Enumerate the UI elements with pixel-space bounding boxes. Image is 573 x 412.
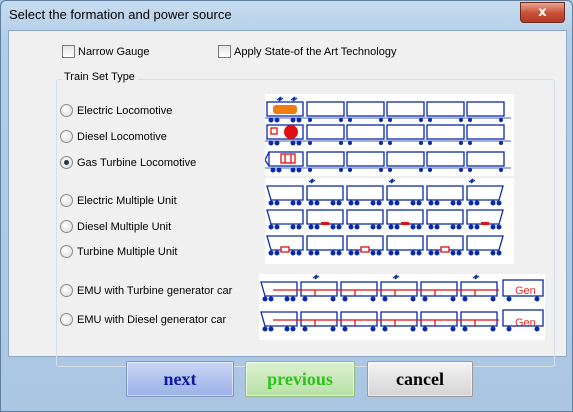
- radio-dot[interactable]: [60, 104, 73, 117]
- turbine-icon: [280, 153, 296, 164]
- radio-dot-selected[interactable]: [60, 156, 73, 169]
- diesel-locomotive-train: [265, 124, 511, 146]
- radio-label: Electric Multiple Unit: [77, 194, 177, 207]
- pantograph-icon: [388, 178, 396, 184]
- electric-locomotive-train: [265, 96, 511, 123]
- car: [306, 101, 345, 117]
- radio-label: Diesel Multiple Unit: [77, 220, 172, 233]
- radio-emu-diesel-generator[interactable]: EMU with Diesel generator car: [60, 313, 226, 326]
- pantograph-icon: [276, 96, 284, 102]
- radio-label: EMU with Diesel generator car: [77, 313, 227, 326]
- train-set-type-label: Train Set Type: [62, 71, 137, 83]
- dialog-client-area: Narrow Gauge Apply State-of the Art Tech…: [8, 30, 567, 367]
- radio-turbine-multiple-unit[interactable]: Turbine Multiple Unit: [60, 245, 177, 258]
- radio-dot[interactable]: [60, 284, 73, 297]
- radio-diesel-multiple-unit[interactable]: Diesel Multiple Unit: [60, 220, 171, 233]
- dialog-window: Select the formation and power source x …: [0, 0, 573, 412]
- radio-dot[interactable]: [60, 194, 73, 207]
- dmu-train: [266, 209, 504, 230]
- multiple-unit-trains-illustration: [265, 178, 514, 264]
- gen-label: Gen: [515, 285, 536, 297]
- radio-electric-multiple-unit[interactable]: Electric Multiple Unit: [60, 194, 177, 207]
- previous-button[interactable]: previous: [245, 361, 355, 397]
- car: [386, 101, 425, 117]
- car: [346, 101, 385, 117]
- narrow-gauge-checkbox[interactable]: Narrow Gauge: [62, 45, 150, 58]
- gas-turbine-locomotive-train: [265, 151, 511, 173]
- radio-diesel-locomotive[interactable]: Diesel Locomotive: [60, 130, 167, 143]
- locomotive-trains-illustration: [265, 94, 514, 176]
- diesel-engine: [284, 125, 298, 139]
- cancel-button[interactable]: cancel: [367, 361, 473, 397]
- radio-dot[interactable]: [60, 220, 73, 233]
- tmu-train: [266, 235, 504, 256]
- generator-car-trains-illustration: Gen Gen: [259, 274, 545, 340]
- gen-label: Gen: [515, 317, 536, 329]
- pantograph-icon: [290, 96, 298, 102]
- radio-label: Diesel Locomotive: [77, 130, 167, 143]
- window-title: Select the formation and power source: [9, 7, 232, 22]
- radio-dot[interactable]: [60, 130, 73, 143]
- checkbox-box[interactable]: [218, 45, 231, 58]
- emu-train: [266, 178, 504, 206]
- pantograph-icon: [468, 178, 476, 184]
- locomotive-engine: [273, 105, 297, 114]
- close-button[interactable]: x: [520, 2, 565, 23]
- car: [426, 101, 465, 117]
- radio-gas-turbine-locomotive[interactable]: Gas Turbine Locomotive: [60, 156, 196, 169]
- state-of-art-label: Apply State-of the Art Technology: [234, 45, 397, 58]
- radio-dot[interactable]: [60, 245, 73, 258]
- radio-label: Turbine Multiple Unit: [77, 245, 178, 258]
- pantograph-icon: [308, 178, 316, 184]
- radio-dot[interactable]: [60, 313, 73, 326]
- radio-electric-locomotive[interactable]: Electric Locomotive: [60, 104, 172, 117]
- car: [466, 101, 505, 117]
- narrow-gauge-label: Narrow Gauge: [78, 45, 150, 58]
- radio-label: Gas Turbine Locomotive: [77, 156, 197, 169]
- emu-turbine-generator-train: [260, 274, 544, 302]
- radio-label: EMU with Turbine generator car: [77, 284, 233, 297]
- next-button[interactable]: next: [126, 361, 234, 397]
- checkbox-box[interactable]: [62, 45, 75, 58]
- radio-label: Electric Locomotive: [77, 104, 173, 117]
- state-of-art-checkbox[interactable]: Apply State-of the Art Technology: [218, 45, 396, 58]
- emu-diesel-generator-train: [260, 309, 544, 332]
- radio-emu-turbine-generator[interactable]: EMU with Turbine generator car: [60, 284, 232, 297]
